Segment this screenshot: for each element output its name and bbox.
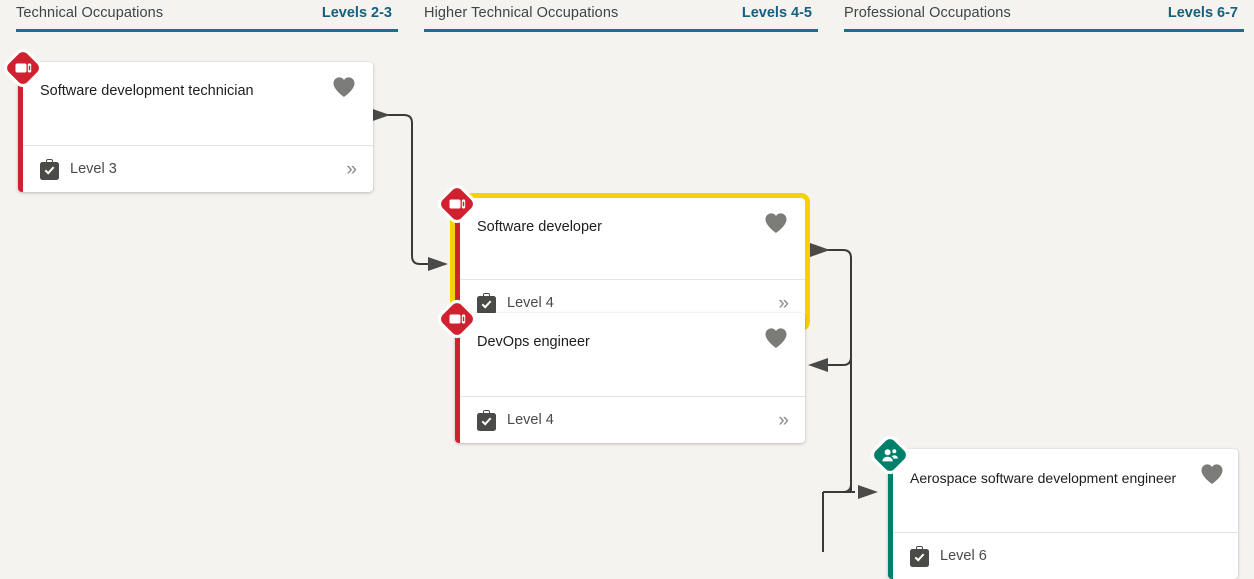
- card-body: Level 6: [893, 532, 1238, 579]
- apprenticeship-icon: [7, 52, 39, 84]
- column-header-technical: Technical Occupations Levels 2-3: [0, 0, 408, 32]
- heart-icon[interactable]: [764, 327, 788, 349]
- column-levels-technical[interactable]: Levels 2-3: [322, 5, 392, 21]
- card-body: Level 3 »: [23, 145, 373, 192]
- level-group: Level 4: [477, 292, 554, 314]
- apprenticeship-badge-devops-engineer[interactable]: [438, 300, 476, 338]
- occupation-card-aerospace-software-development-engineer[interactable]: Aerospace software development engineer …: [888, 449, 1238, 579]
- heart-icon[interactable]: [332, 76, 356, 98]
- occupation-card-devops-engineer[interactable]: DevOps engineer Level 4 »: [455, 313, 805, 443]
- apprenticeship-badge-software-development-technician[interactable]: [4, 49, 42, 87]
- card-body: Level 4 »: [460, 396, 805, 443]
- degree-apprenticeship-badge-aerospace-software-development-engineer[interactable]: [871, 436, 909, 474]
- column-header-higher-technical: Higher Technical Occupations Levels 4-5: [408, 0, 828, 32]
- heart-icon[interactable]: [1200, 463, 1224, 485]
- card-level: Level 6: [940, 548, 987, 564]
- column-levels-higher-technical[interactable]: Levels 4-5: [742, 5, 812, 21]
- column-header-professional: Professional Occupations Levels 6-7: [828, 0, 1254, 32]
- chevron-double-right-icon[interactable]: »: [778, 411, 788, 430]
- card-level: Level 3: [70, 161, 117, 177]
- apprenticeship-icon: [441, 188, 473, 220]
- card-level: Level 4: [507, 295, 554, 311]
- card-title: Software developer: [477, 219, 602, 235]
- card-title: DevOps engineer: [477, 334, 590, 350]
- chevron-double-right-icon[interactable]: »: [778, 294, 788, 313]
- apprenticeship-badge-software-developer[interactable]: [438, 185, 476, 223]
- occupation-card-software-development-technician[interactable]: Software development technician Level 3 …: [18, 62, 373, 192]
- clipboard-check-icon: [910, 545, 929, 567]
- apprenticeship-icon: [441, 303, 473, 335]
- column-header-row: Technical Occupations Levels 2-3 Higher …: [0, 0, 1254, 32]
- clipboard-check-icon: [40, 158, 59, 180]
- column-title-higher-technical: Higher Technical Occupations: [424, 5, 619, 21]
- card-level: Level 4: [507, 412, 554, 428]
- card-title: Aerospace software development engineer: [910, 470, 1177, 486]
- heart-icon[interactable]: [764, 212, 788, 234]
- level-group: Level 6: [910, 545, 987, 567]
- column-title-technical: Technical Occupations: [16, 5, 164, 21]
- clipboard-check-icon: [477, 292, 496, 314]
- occupation-card-software-developer[interactable]: Software developer Level 4 »: [455, 198, 805, 326]
- occupation-map-canvas: Software development technician Level 3 …: [0, 32, 1254, 579]
- column-title-professional: Professional Occupations: [844, 5, 1011, 21]
- level-group: Level 3: [40, 158, 117, 180]
- level-group: Level 4: [477, 409, 554, 431]
- degree-apprenticeship-icon: [874, 439, 906, 471]
- clipboard-check-icon: [477, 409, 496, 431]
- card-title: Software development technician: [40, 83, 254, 99]
- chevron-double-right-icon[interactable]: »: [346, 160, 356, 179]
- column-levels-professional[interactable]: Levels 6-7: [1168, 5, 1238, 21]
